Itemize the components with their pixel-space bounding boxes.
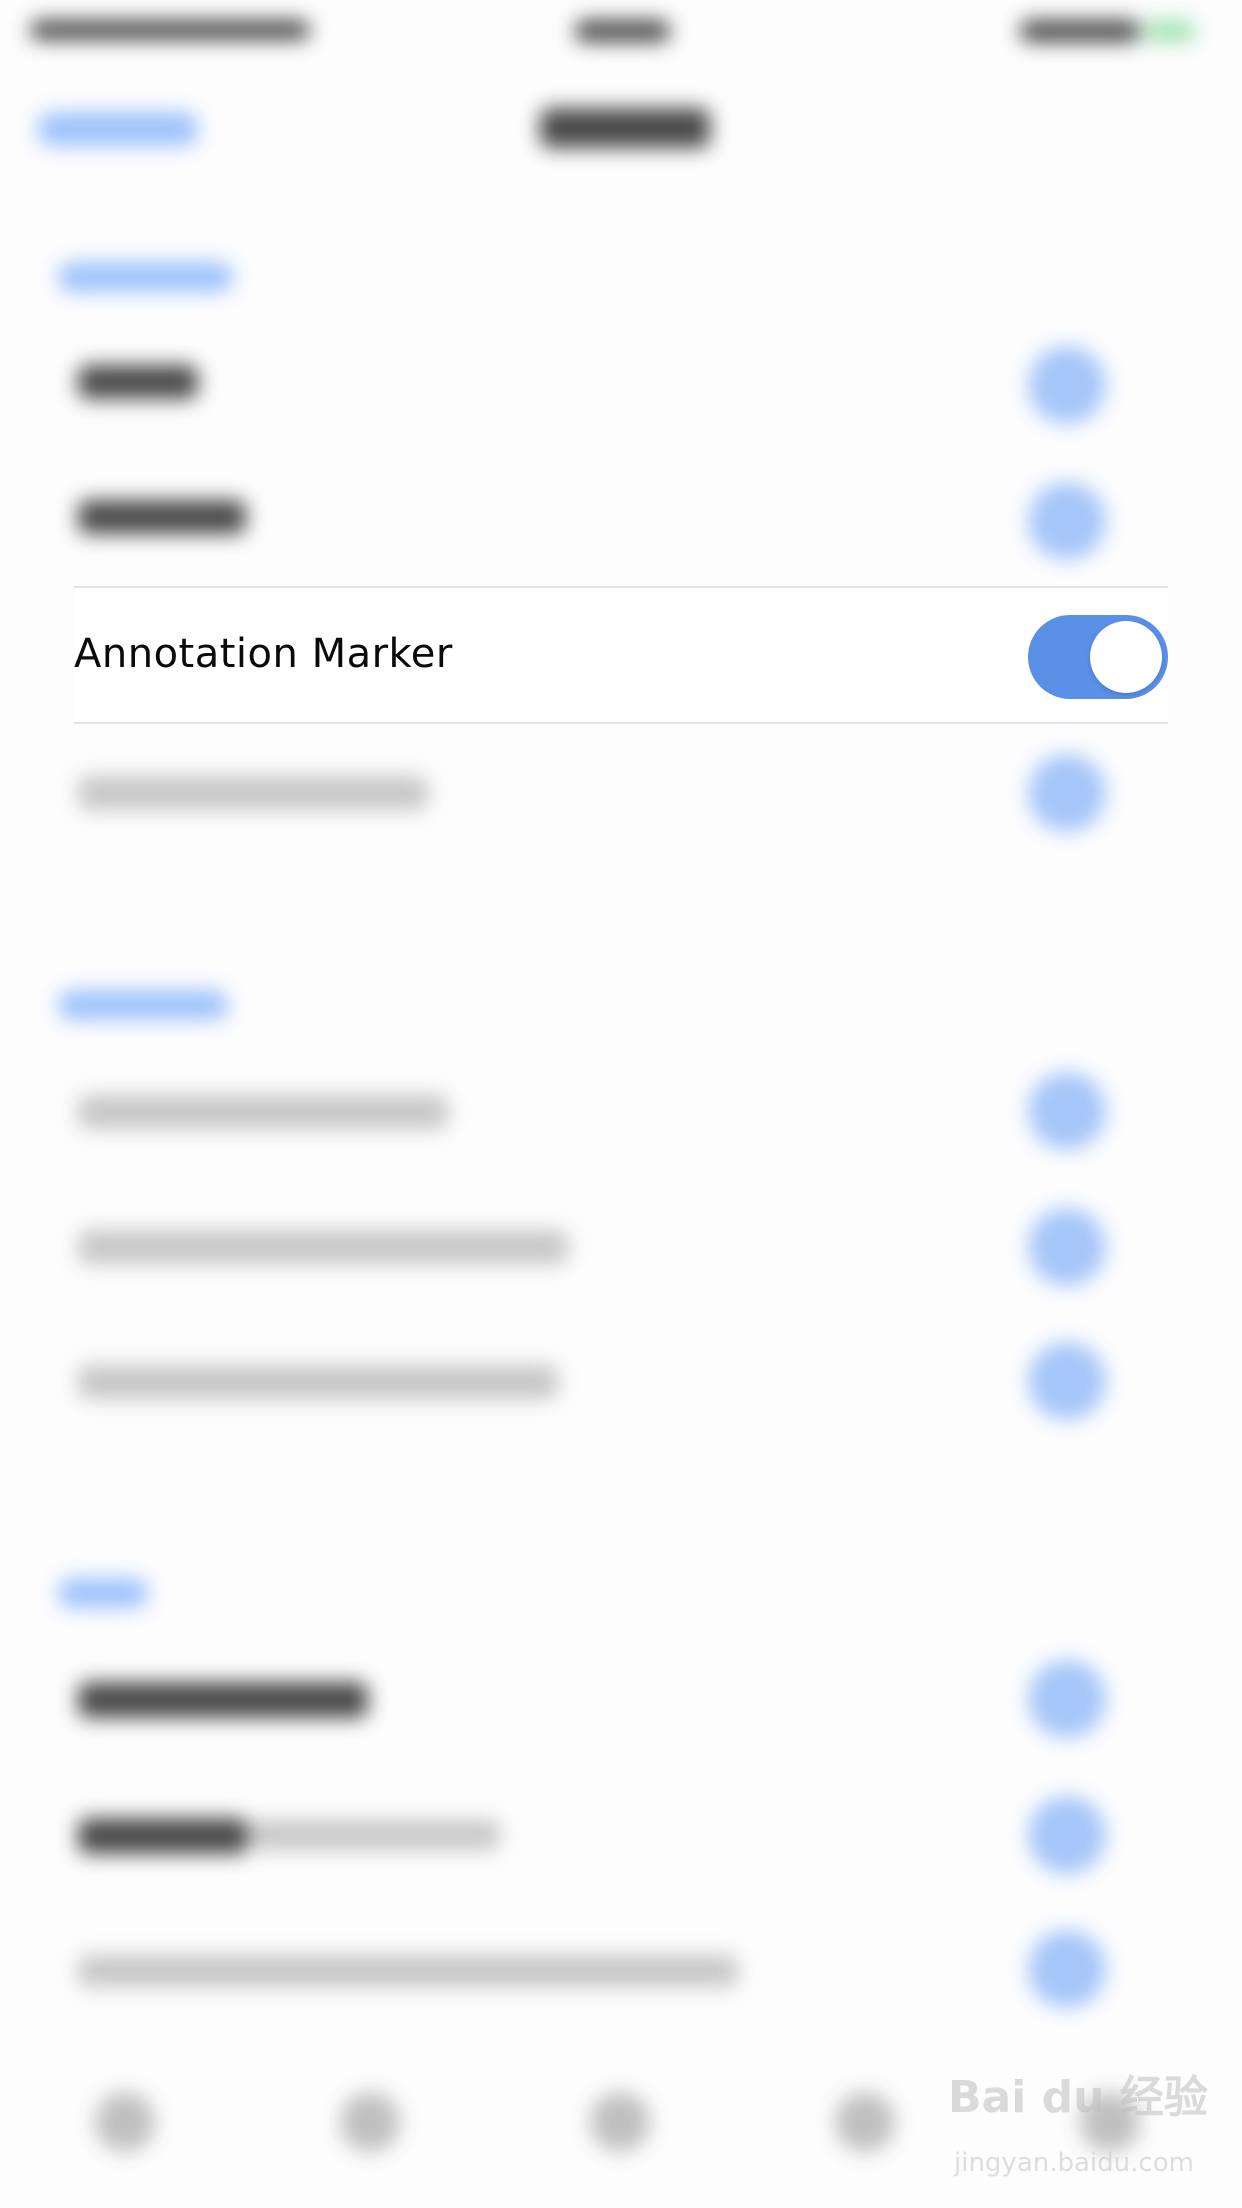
settings-screen: Annotation Marker Bai du 经验 jingyan.baid… <box>0 0 1242 2208</box>
status-time <box>575 20 670 42</box>
row-8-label <box>78 1682 368 1718</box>
row-6-label <box>78 1230 568 1264</box>
row-5-label <box>78 1095 448 1129</box>
battery-level <box>1145 20 1195 42</box>
nav-back-button[interactable] <box>38 112 198 146</box>
nav-title <box>540 108 710 148</box>
annotation-marker-row: Annotation Marker <box>74 588 1168 722</box>
watermark-url: jingyan.baidu.com <box>954 2148 1194 2178</box>
row-1-toggle[interactable] <box>1028 346 1106 424</box>
row-6-toggle[interactable] <box>1028 1208 1106 1286</box>
row-1-label <box>78 365 198 399</box>
row-4-toggle[interactable] <box>1028 754 1106 832</box>
row-5-toggle[interactable] <box>1028 1072 1106 1150</box>
row-9-toggle[interactable] <box>1028 1796 1106 1874</box>
row-divider-bottom <box>74 722 1168 724</box>
watermark-logo: Bai du 经验 <box>948 2072 1208 2123</box>
tab-4-icon[interactable] <box>835 2092 895 2152</box>
row-7-label <box>78 1365 558 1399</box>
section-header-2 <box>58 990 228 1020</box>
annotation-marker-toggle[interactable] <box>1028 615 1168 699</box>
row-7-toggle[interactable] <box>1028 1342 1106 1420</box>
baidu-jingyan-watermark: Bai du 经验 jingyan.baidu.com <box>948 2070 1208 2190</box>
tab-1-icon[interactable] <box>95 2092 155 2152</box>
row-10-toggle[interactable] <box>1028 1930 1106 2008</box>
row-10-label <box>78 1955 738 1987</box>
annotation-marker-label: Annotation Marker <box>74 631 453 677</box>
row-2-label <box>78 500 246 534</box>
tab-2-icon[interactable] <box>340 2092 400 2152</box>
row-2-toggle[interactable] <box>1028 482 1106 560</box>
row-8-toggle[interactable] <box>1028 1660 1106 1738</box>
row-4-label <box>78 776 428 810</box>
section-header-1 <box>58 262 233 292</box>
status-carrier <box>30 20 310 40</box>
row-9-label-tail <box>250 1820 500 1850</box>
tab-3-icon[interactable] <box>590 2092 650 2152</box>
blurred-background <box>0 0 1242 2208</box>
section-header-3 <box>58 1578 148 1608</box>
toggle-knob-icon <box>1090 621 1162 693</box>
row-9-label <box>78 1818 248 1854</box>
status-battery <box>1020 20 1140 42</box>
